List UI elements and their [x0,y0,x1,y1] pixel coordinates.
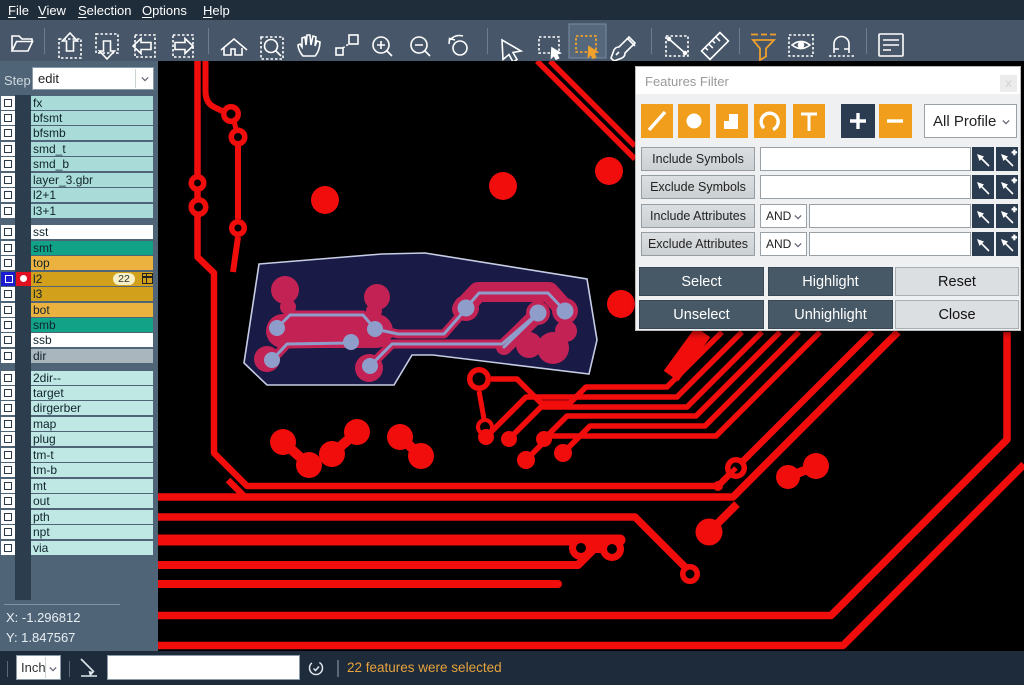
svg-text:+: + [1012,176,1017,185]
svg-text:+: + [1012,233,1017,242]
svg-text:+: + [1012,148,1017,157]
svg-text:+: + [1012,205,1017,214]
